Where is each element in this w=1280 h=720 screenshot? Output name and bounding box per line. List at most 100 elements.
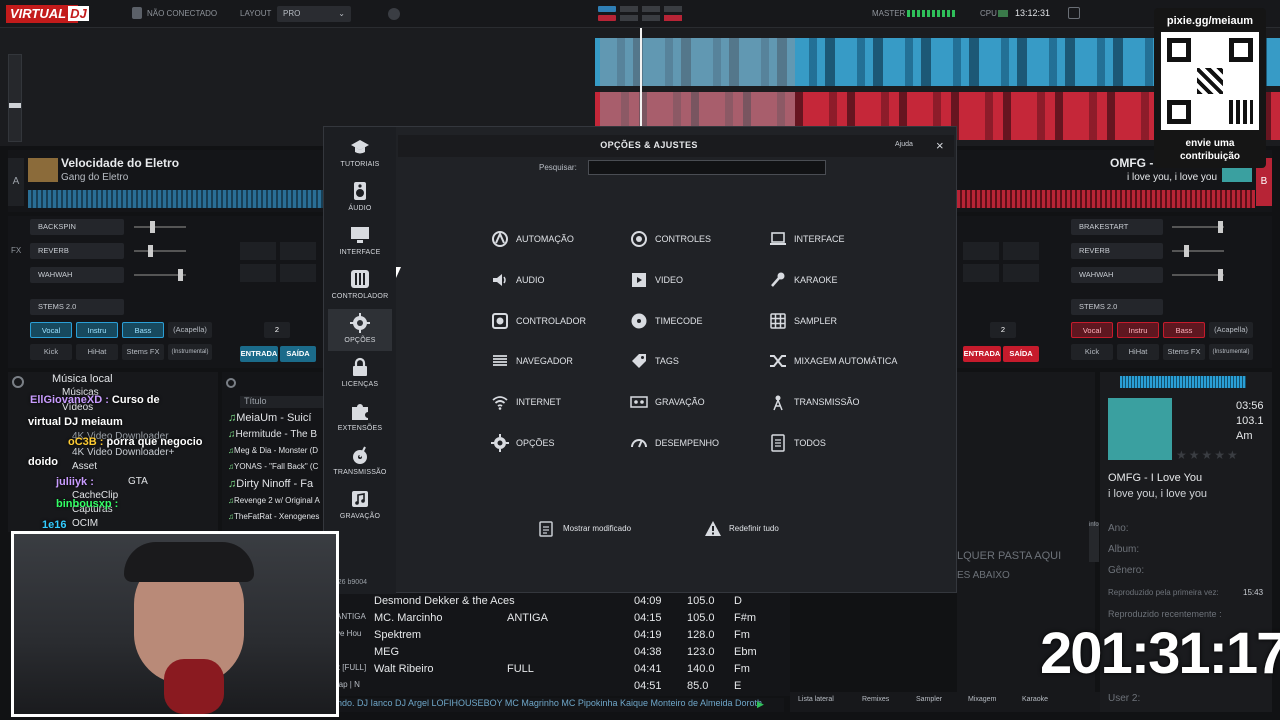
option-gravação[interactable]: GRAVAÇÃO (630, 392, 760, 412)
option-transmissão[interactable]: TRANSMISSÃO (769, 392, 899, 412)
stem-bass[interactable]: Bass (122, 322, 164, 338)
record-icon[interactable] (388, 8, 400, 20)
option-automação[interactable]: AUTOMAÇÃO (491, 229, 621, 249)
option-opções[interactable]: OPÇÕES (491, 433, 621, 453)
track-item[interactable]: ♫MeiaUm - Suicí (228, 412, 311, 429)
stem-bass[interactable]: Bass (1163, 322, 1205, 338)
stem-hihat[interactable]: HiHat (1117, 344, 1159, 360)
fx-slider-1[interactable] (1172, 221, 1224, 233)
cue-out-button[interactable]: SAÍDA (280, 346, 316, 362)
deck-indicator-right[interactable] (598, 15, 616, 21)
option-karaoke[interactable]: KARAOKE (769, 270, 899, 290)
play-icon[interactable]: ▶ (757, 699, 767, 709)
fx-select-3[interactable]: WAHWAH (30, 267, 124, 283)
fx-slider-2[interactable] (1172, 245, 1224, 257)
table-row[interactable]: ve Hou Spektrem 04:19 128.0 Fm (334, 628, 784, 645)
help-link[interactable]: Ajuda (895, 141, 913, 148)
track-item[interactable]: ♫YONAS - "Fall Back" (C (228, 462, 318, 479)
option-navegador[interactable]: NAVEGADOR (491, 351, 621, 371)
virtualdj-logo[interactable]: VIRTUAL DJ (6, 5, 89, 23)
track-item[interactable]: ♫Revenge 2 w/ Original A (228, 496, 320, 513)
deck-b-overview-wave[interactable] (957, 190, 1255, 208)
track-item[interactable]: ♫TheFatRat - Xenogenes (228, 512, 319, 529)
layout-select[interactable]: PRO ⌄ (277, 6, 351, 22)
stem-instru[interactable]: Instru (76, 322, 118, 338)
connection-status[interactable]: NÃO CONECTADO (147, 9, 217, 18)
fx-select-3[interactable]: WAHWAH (1071, 267, 1163, 283)
cue-out-button[interactable]: SAÍDA (1003, 346, 1039, 362)
fx-slider-3[interactable] (1172, 269, 1224, 281)
stem-vocal[interactable]: Vocal (30, 322, 72, 338)
stem-instrumental[interactable]: (Instrumental) (168, 344, 212, 360)
track-item[interactable]: ♫Hermitude - The B (228, 429, 317, 446)
nav-tutoriais[interactable]: TUTORIAIS (328, 133, 392, 175)
deck-layout-buttons[interactable] (620, 6, 684, 21)
table-row[interactable]: MEG 04:38 123.0 Ebm (334, 645, 784, 662)
stem-instru[interactable]: Instru (1117, 322, 1159, 338)
loop-value[interactable]: 2 (990, 322, 1016, 338)
user-icon[interactable] (132, 7, 142, 19)
option-todos[interactable]: TODOS (769, 433, 899, 453)
fx-select-2[interactable]: REVERB (1071, 243, 1163, 259)
deck-a-header[interactable]: A Velocidade do Eletro Gang do Eletro (8, 150, 324, 212)
nav-extensoes[interactable]: EXTENSÕES (328, 397, 392, 439)
stem-instrumental[interactable]: (Instrumental) (1209, 344, 1253, 360)
stem-kick[interactable]: Kick (1071, 344, 1113, 360)
sampler-pad-grid[interactable] (238, 230, 324, 282)
option-mixagem-automática[interactable]: MIXAGEM AUTOMÁTICA (769, 351, 899, 371)
nav-controlador[interactable]: CONTROLADOR (328, 265, 392, 307)
settings-icon[interactable] (1068, 7, 1080, 19)
stem-acapella[interactable]: (Acapella) (1209, 322, 1253, 338)
nav-interface[interactable]: INTERFACE (328, 221, 392, 263)
rating-stars[interactable]: ★★★★★ (1176, 448, 1240, 462)
track-item[interactable]: ♫Meg & Dia - Monster (D (228, 446, 318, 463)
deck-a-overview-wave[interactable] (28, 190, 324, 208)
option-desempenho[interactable]: DESEMPENHO (630, 433, 760, 453)
table-row[interactable]: x [FULL] Walt Ribeiro FULL 04:41 140.0 Fm (334, 662, 784, 679)
option-tags[interactable]: TAGS (630, 351, 760, 371)
nav-licencas[interactable]: LICENÇAS (328, 353, 392, 395)
nav-audio[interactable]: ÁUDIO (328, 177, 392, 219)
option-controlador[interactable]: CONTROLADOR (491, 311, 621, 331)
close-button[interactable]: × (936, 138, 944, 153)
search-icon[interactable] (12, 376, 24, 388)
fx-select-1[interactable]: BACKSPIN (30, 219, 124, 235)
option-internet[interactable]: INTERNET (491, 392, 621, 412)
tab-karaoke[interactable]: Karaoke (1022, 696, 1048, 703)
stem-acapella[interactable]: (Acapella) (168, 322, 212, 338)
fx-select-2[interactable]: REVERB (30, 243, 124, 259)
option-audio[interactable]: AUDIO (491, 270, 621, 290)
zoom-slider[interactable] (8, 54, 22, 142)
stem-fx[interactable]: Stems FX (122, 344, 164, 360)
track-list-left[interactable]: Título ♫MeiaUm - Suicí ♫Hermitude - The … (222, 372, 324, 532)
nav-transmissao[interactable]: TRANSMISSÃO (328, 441, 392, 483)
table-row[interactable]: rap | N 04:51 85.0 E (334, 679, 784, 696)
fx-slider-3[interactable] (134, 269, 186, 281)
stem-vocal[interactable]: Vocal (1071, 322, 1113, 338)
tab-lista-lateral[interactable]: Lista lateral (798, 696, 834, 703)
fx-slider-2[interactable] (134, 245, 186, 257)
stems-select[interactable]: STEMS 2.0 (30, 299, 124, 315)
sampler-pad-grid[interactable] (961, 242, 1047, 292)
option-video[interactable]: VIDEO (630, 270, 760, 290)
search-input[interactable] (588, 160, 826, 175)
stem-fx[interactable]: Stems FX (1163, 344, 1205, 360)
show-modified-button[interactable]: Mostrar modificado (538, 519, 668, 539)
stems-select[interactable]: STEMS 2.0 (1071, 299, 1163, 315)
column-title[interactable]: Título (240, 396, 324, 408)
table-row[interactable]: ANTIGA MC. Marcinho ANTIGA 04:15 105.0 F#m (334, 611, 784, 628)
tab-mixagem[interactable]: Mixagem (968, 696, 996, 703)
stem-kick[interactable]: Kick (30, 344, 72, 360)
tab-remixes[interactable]: Remixes (862, 696, 889, 703)
loop-value[interactable]: 2 (264, 322, 290, 338)
nav-opcoes[interactable]: OPÇÕES (328, 309, 392, 351)
fx-slider-1[interactable] (134, 221, 186, 233)
reset-all-button[interactable]: Redefinir tudo (704, 519, 824, 539)
info-tab[interactable]: info (1089, 522, 1099, 562)
deck-indicator-left[interactable] (598, 6, 616, 12)
fx-select-1[interactable]: BRAKESTART (1071, 219, 1163, 235)
tab-sampler[interactable]: Sampler (916, 696, 942, 703)
track-item[interactable]: ♫Dirty Ninoff - Fa (228, 478, 313, 495)
cue-in-button[interactable]: ENTRADA (963, 346, 1001, 362)
option-controles[interactable]: CONTROLES (630, 229, 760, 249)
